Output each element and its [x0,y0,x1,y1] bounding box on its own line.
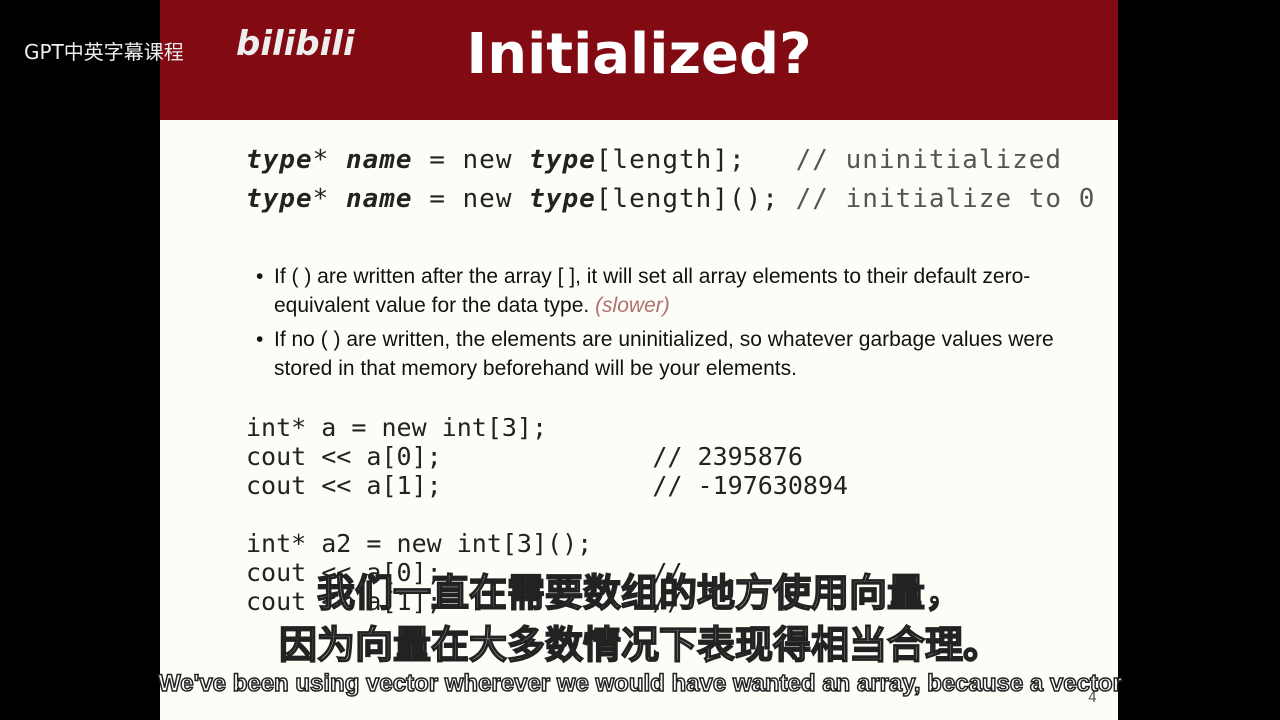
subtitle-zh-1: 我们一直在需要数组的地方使用向量， [316,570,964,616]
kw: type [246,145,313,175]
code-line: cout << a[0]; // 2395876 [246,442,803,471]
kw: type [529,184,596,214]
subtitle-en: We've been using vector wherever we woul… [157,669,1122,698]
kw: name [345,184,413,214]
t: ; [729,145,796,175]
t: = new [412,145,530,175]
bullet-text: If no ( ) are written, the elements are … [274,328,1054,380]
kw: type [246,184,313,214]
code-line: int* a2 = new int[3](); [246,529,593,558]
watermark: GPT中英字幕课程 [24,40,184,64]
t: * [312,184,346,214]
bullet-2: If no ( ) are written, the elements are … [256,325,1094,383]
comment: // initialize to 0 [795,184,1096,214]
code-line: cout << a[1]; // -197630894 [246,471,849,500]
bullet-note: (slower) [595,294,670,317]
t: [length] [595,145,729,175]
syntax-line-1: type* name = new type[length]; // uninit… [246,145,1062,175]
comment: // uninitialized [795,145,1063,175]
t: = new [412,184,530,214]
t: * [312,145,346,175]
bullet-1: If ( ) are written after the array [ ], … [256,262,1094,320]
bilibili-logo: bilibili [236,24,355,64]
t: [length] [595,184,729,214]
syntax-line-2: type* name = new type[length](); // init… [246,184,1095,214]
kw: name [345,145,413,175]
kw: type [529,145,596,175]
code-line: int* a = new int[3]; [246,413,548,442]
t: (); [729,184,796,214]
subtitle-zh-2: 因为向量在大多数情况下表现得相当合理。 [278,622,1002,668]
